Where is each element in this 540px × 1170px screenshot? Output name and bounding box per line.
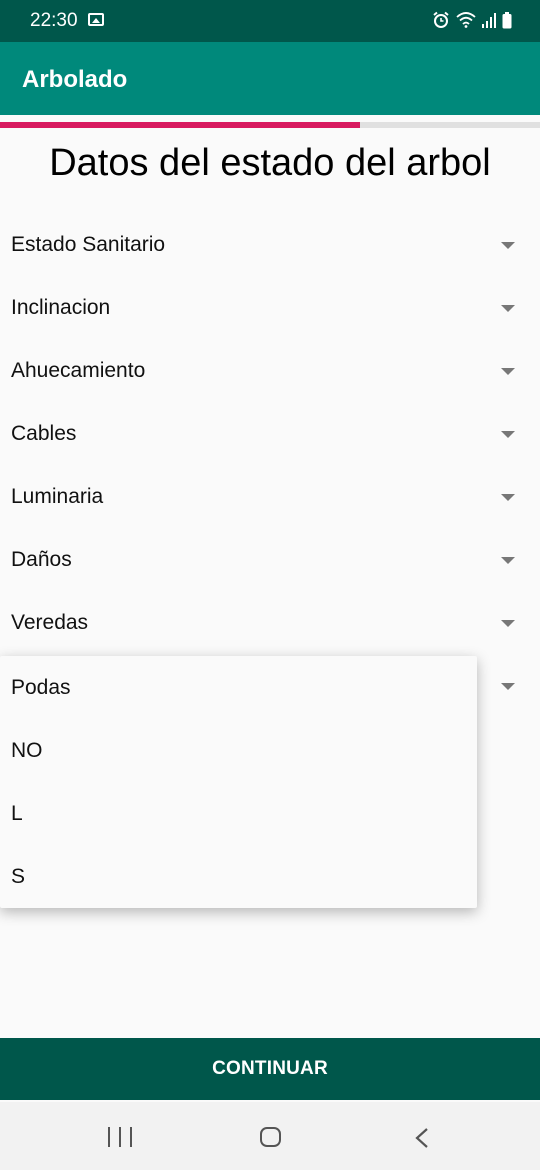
luminaria-select[interactable]: Luminaria: [0, 467, 540, 530]
status-bar: 22:30: [0, 0, 540, 42]
home-icon[interactable]: [260, 1127, 281, 1147]
signal-icon: [482, 12, 496, 28]
dropdown-option-podas[interactable]: Podas: [0, 656, 477, 719]
field-label: Ahuecamiento: [11, 359, 146, 382]
app-bar: Arbolado: [0, 42, 540, 115]
battery-icon: [502, 11, 512, 28]
veredas-select[interactable]: Veredas: [0, 593, 540, 656]
option-label: L: [11, 802, 23, 825]
field-label: Cables: [11, 422, 77, 445]
dropdown-arrow-icon: [501, 305, 515, 312]
dropdown-arrow-icon: [501, 431, 515, 438]
back-icon[interactable]: [414, 1128, 430, 1148]
wifi-icon: [456, 12, 476, 28]
recent-apps-icon[interactable]: [108, 1127, 132, 1147]
field-label: Luminaria: [11, 485, 104, 508]
navigation-bar: [0, 1102, 540, 1170]
progress-fill: [0, 122, 361, 128]
inclinacion-select[interactable]: Inclinacion: [0, 278, 540, 341]
estado-sanitario-select[interactable]: Estado Sanitario: [0, 215, 540, 278]
dropdown-arrow-icon: [501, 242, 515, 249]
field-label: Veredas: [11, 611, 89, 634]
progress-bar: [0, 122, 540, 128]
ahuecamiento-select[interactable]: Ahuecamiento: [0, 341, 540, 404]
image-notification-icon: [88, 13, 104, 26]
dropdown-arrow-icon: [501, 683, 515, 690]
status-icons: [432, 11, 512, 29]
status-time: 22:30: [30, 10, 78, 31]
page-title: Datos del estado del arbol: [49, 142, 491, 184]
podas-dropdown-menu: Podas NO L S: [0, 656, 477, 908]
danos-select[interactable]: Daños: [0, 530, 540, 593]
option-label: Podas: [11, 676, 71, 699]
field-label: Daños: [11, 548, 72, 571]
dropdown-arrow-icon: [501, 368, 515, 375]
dropdown-arrow-icon: [501, 494, 515, 501]
alarm-icon: [433, 11, 449, 28]
dropdown-option-s[interactable]: S: [0, 845, 477, 908]
dropdown-arrow-icon: [501, 620, 515, 627]
app-title: Arbolado: [22, 66, 128, 93]
dropdown-arrow-icon: [501, 557, 515, 564]
dropdown-option-l[interactable]: L: [0, 782, 477, 845]
option-label: S: [11, 865, 26, 888]
option-label: NO: [11, 739, 43, 762]
continue-button[interactable]: CONTINUAR: [0, 1038, 540, 1100]
cables-select[interactable]: Cables: [0, 404, 540, 467]
dropdown-option-no[interactable]: NO: [0, 719, 477, 782]
field-label: Inclinacion: [11, 296, 111, 319]
field-label: Estado Sanitario: [11, 233, 166, 256]
